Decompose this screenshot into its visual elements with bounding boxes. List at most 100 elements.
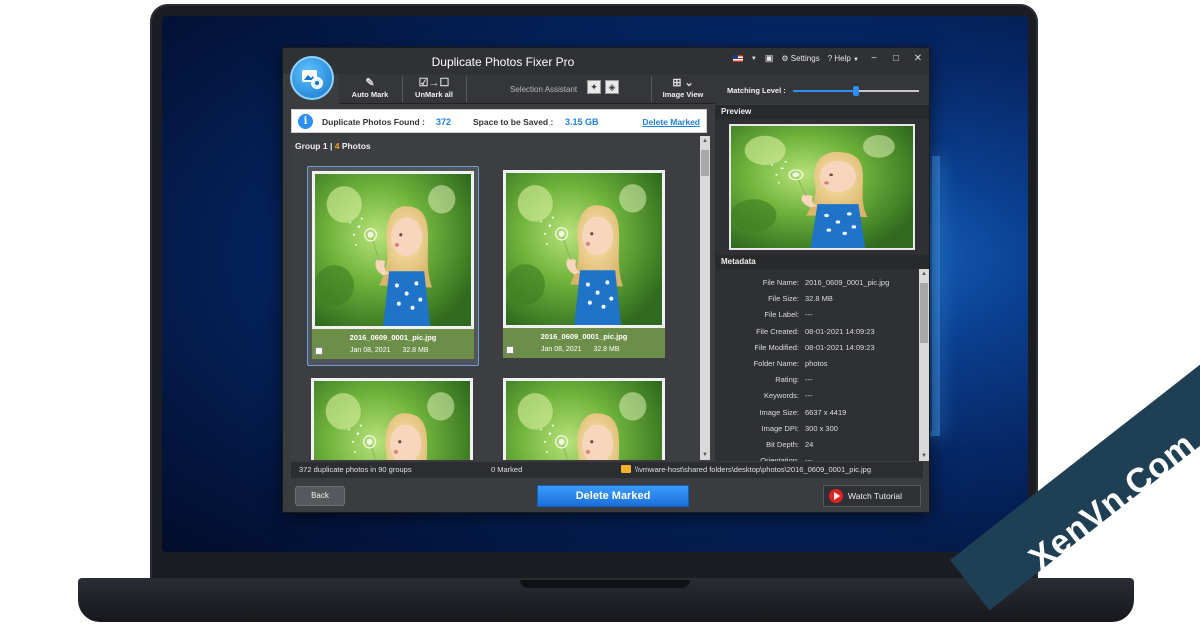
- image-view-label: Image View: [662, 90, 704, 99]
- scrollbar-thumb[interactable]: [701, 150, 709, 176]
- metadata-row: File Name: 2016_0609_0001_pic.jpg: [715, 275, 915, 291]
- metadata-value: 08-01-2021 14:09:23: [805, 342, 875, 352]
- play-icon: [829, 489, 843, 503]
- photo-info: 2016_0609_0001_pic.jpg Jan 08, 2021 32.8…: [312, 329, 474, 359]
- image-view-button[interactable]: ⊞ ⌄ Image View: [653, 74, 713, 104]
- unmark-all-label: UnMark all: [415, 90, 453, 99]
- matching-level-slider[interactable]: [793, 86, 919, 96]
- photo-card[interactable]: [307, 374, 479, 460]
- photo-card[interactable]: [499, 374, 671, 460]
- photo-size: 32.8 MB: [593, 346, 620, 353]
- file-path: \\vmware-host\shared folders\desktop\pho…: [635, 465, 871, 474]
- metadata-key: Rating:: [775, 375, 799, 385]
- metadata-value: 300 x 300: [805, 423, 838, 433]
- metadata-value: 6637 x 4419: [805, 407, 847, 417]
- metadata-scrollbar[interactable]: ▲ ▼: [919, 269, 929, 461]
- delete-marked-button[interactable]: Delete Marked: [537, 485, 689, 507]
- metadata-heading: Metadata: [715, 255, 929, 269]
- duplicates-found-value: 372: [436, 117, 452, 127]
- metadata-key: Image DPI:: [761, 423, 799, 433]
- metadata-value: ---: [805, 375, 813, 385]
- toolbar-divider: [651, 76, 652, 102]
- space-saved-label: Space to be Saved :: [473, 117, 554, 127]
- metadata-row: File Size: 32.8 MB: [715, 291, 915, 307]
- metadata-key: Bit Depth:: [766, 440, 799, 449]
- language-flag-icon[interactable]: [732, 55, 743, 62]
- toolbar-divider: [466, 76, 467, 102]
- folder-icon: [621, 465, 631, 473]
- metadata-value: 32.8 MB: [805, 294, 833, 304]
- gear-icon: ⚙: [781, 54, 789, 63]
- settings-menu[interactable]: ⚙ Settings: [781, 54, 819, 63]
- metadata-key: Folder Name:: [753, 359, 799, 368]
- scroll-up-icon[interactable]: ▲: [700, 136, 710, 146]
- space-saved-value: 3.15 GB: [565, 117, 599, 127]
- chevron-down-icon[interactable]: ▼: [751, 56, 757, 62]
- preview-heading: Preview: [715, 105, 929, 119]
- slider-thumb[interactable]: [853, 86, 859, 96]
- app-window: Duplicate Photos Fixer Pro ▼ ▣ ⚙ Setting…: [282, 47, 930, 513]
- photo-card[interactable]: 2016_0609_0001_pic.jpg Jan 08, 2021 32.8…: [499, 166, 671, 366]
- photo-thumbnail[interactable]: [503, 170, 665, 328]
- settings-label: Settings: [790, 54, 820, 63]
- metadata-list: File Name: 2016_0609_0001_pic.jpg File Siz…: [715, 269, 929, 461]
- marked-count: 0 Marked: [491, 465, 523, 474]
- metadata-key: File Label:: [764, 310, 799, 320]
- metadata-row: File Label: ---: [715, 307, 915, 323]
- group-label: Group 1 |: [295, 141, 333, 151]
- app-logo-icon: [290, 56, 334, 100]
- wallpaper-glow-vertical: [932, 156, 940, 436]
- photo-gear-logo-icon: [302, 70, 323, 89]
- watch-tutorial-button[interactable]: Watch Tutorial: [823, 485, 921, 507]
- delete-marked-link[interactable]: Delete Marked: [642, 117, 700, 127]
- photo-card[interactable]: 2016_0609_0001_pic.jpg Jan 08, 2021 32.8…: [307, 166, 479, 366]
- status-bar: 372 duplicate photos in 90 groups 0 Mark…: [291, 462, 923, 478]
- photo-grid-scrollbar[interactable]: ▲ ▼: [700, 136, 710, 460]
- metadata-row: Keywords: ---: [715, 388, 915, 404]
- metadata-row: Folder Name: photos: [715, 356, 915, 372]
- group-count: 4: [334, 141, 340, 151]
- auto-mark-button[interactable]: ✎ Auto Mark: [339, 74, 401, 104]
- metadata-row: Orientation: ---: [715, 453, 915, 461]
- metadata-value: ---: [805, 310, 813, 320]
- metadata-key: Orientation:: [760, 456, 799, 461]
- bottom-bar: Back Delete Marked Watch Tutorial: [283, 480, 929, 512]
- photo-thumbnail[interactable]: [312, 171, 474, 329]
- info-icon: i: [298, 114, 313, 129]
- stage: Duplicate Photos Fixer Pro ▼ ▣ ⚙ Setting…: [0, 0, 1200, 630]
- photo-checkbox[interactable]: [315, 347, 323, 355]
- photo-thumbnail[interactable]: [503, 378, 665, 460]
- selection-assistant-wand-icon[interactable]: ✦: [587, 80, 601, 94]
- app-title: Duplicate Photos Fixer Pro: [431, 55, 575, 69]
- metadata-row: Image DPI: 300 x 300: [715, 421, 915, 437]
- back-button[interactable]: Back: [295, 486, 345, 506]
- maximize-icon[interactable]: □: [889, 53, 903, 64]
- photo-date: Jan 08, 2021: [541, 346, 582, 353]
- photo-size: 32.8 MB: [402, 347, 429, 354]
- groups-summary: 372 duplicate photos in 90 groups: [299, 465, 412, 474]
- minimize-icon[interactable]: −: [867, 53, 881, 64]
- photo-checkbox[interactable]: [506, 346, 514, 354]
- photo-file-name: 2016_0609_0001_pic.jpg: [349, 333, 437, 342]
- photo-info: 2016_0609_0001_pic.jpg Jan 08, 2021 32.8…: [503, 328, 665, 358]
- metadata-key: File Size:: [768, 294, 799, 304]
- unmark-all-button[interactable]: ☑→☐ UnMark all: [403, 74, 465, 104]
- scroll-down-icon[interactable]: ▼: [700, 450, 710, 460]
- metadata-value: ---: [805, 456, 813, 461]
- metadata-row: Image Size: 6637 x 4419: [715, 405, 915, 421]
- metadata-row: Rating: ---: [715, 372, 915, 388]
- metadata-value: 08-01-2021 14:09:23: [805, 326, 875, 336]
- photo-thumbnail[interactable]: [311, 378, 473, 460]
- metadata-row: File Modified: 08-01-2021 14:09:23: [715, 340, 915, 356]
- selection-assistant-label: Selection Assistant: [510, 85, 578, 94]
- scroll-up-icon[interactable]: ▲: [919, 269, 929, 279]
- auto-mark-label: Auto Mark: [351, 90, 389, 99]
- scroll-down-icon[interactable]: ▼: [919, 451, 929, 461]
- help-menu[interactable]: ? Help ▼: [828, 54, 859, 63]
- metadata-key: Keywords:: [763, 391, 799, 401]
- summary-bar: i Duplicate Photos Found : 372 Space to …: [291, 109, 707, 133]
- selection-assistant-eraser-icon[interactable]: ◈: [605, 80, 619, 94]
- close-icon[interactable]: ✕: [911, 53, 925, 64]
- scrollbar-thumb[interactable]: [920, 283, 928, 343]
- toolbox-icon[interactable]: ▣: [765, 53, 774, 64]
